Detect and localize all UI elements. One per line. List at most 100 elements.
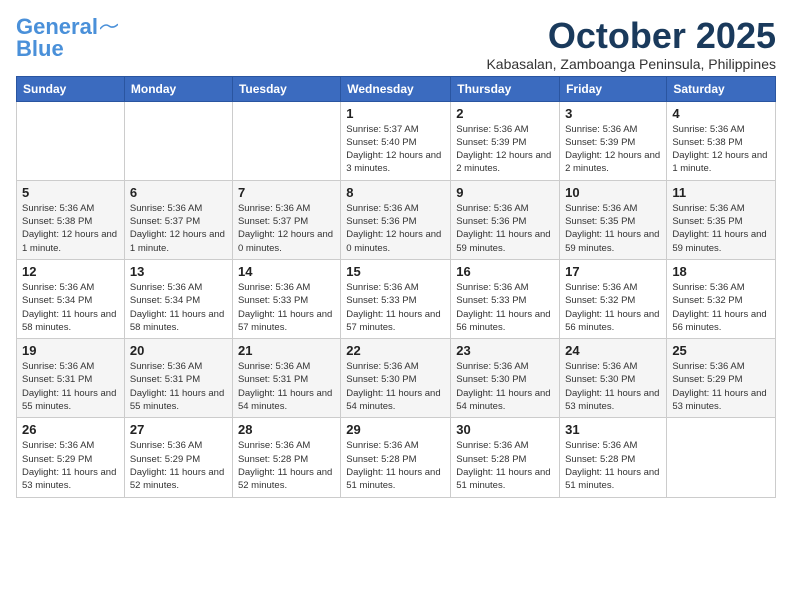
day-number: 17 [565,264,661,279]
day-info: Sunrise: 5:36 AM Sunset: 5:36 PM Dayligh… [456,202,554,255]
day-info: Sunrise: 5:36 AM Sunset: 5:33 PM Dayligh… [238,281,335,334]
day-number: 7 [238,185,335,200]
calendar-cell: 4 Sunrise: 5:36 AM Sunset: 5:38 PM Daylig… [667,101,776,180]
calendar-cell: 15 Sunrise: 5:36 AM Sunset: 5:33 PM Dayli… [341,259,451,338]
calendar-cell: 10 Sunrise: 5:36 AM Sunset: 5:35 PM Dayli… [560,180,667,259]
calendar-cell: 20Sunrise: 5:36 AM Sunset: 5:31 PM Dayli… [124,339,232,418]
day-info: Sunrise: 5:36 AM Sunset: 5:29 PM Dayligh… [22,439,119,492]
day-info: Sunrise: 5:36 AM Sunset: 5:37 PM Dayligh… [238,202,335,255]
logo: General Blue [16,16,118,60]
day-number: 8 [346,185,445,200]
day-info: Sunrise: 5:36 AM Sunset: 5:39 PM Dayligh… [456,123,554,176]
day-number: 11 [672,185,770,200]
calendar-cell: 2 Sunrise: 5:36 AM Sunset: 5:39 PM Daylig… [451,101,560,180]
calendar-cell [124,101,232,180]
day-number: 15 [346,264,445,279]
week-row-3: 12 Sunrise: 5:36 AM Sunset: 5:34 PM Dayli… [17,259,776,338]
day-info: Sunrise: 5:36 AM Sunset: 5:34 PM Dayligh… [130,281,227,334]
calendar-cell: 12 Sunrise: 5:36 AM Sunset: 5:34 PM Dayli… [17,259,125,338]
day-info: Sunrise: 5:36 AM Sunset: 5:28 PM Dayligh… [346,439,445,492]
day-info: Sunrise: 5:36 AM Sunset: 5:32 PM Dayligh… [672,281,770,334]
calendar-cell: 5 Sunrise: 5:36 AM Sunset: 5:38 PM Daylig… [17,180,125,259]
day-info: Sunrise: 5:36 AM Sunset: 5:28 PM Dayligh… [456,439,554,492]
day-number: 23 [456,343,554,358]
day-header-saturday: Saturday [667,76,776,101]
calendar-cell [17,101,125,180]
calendar-cell: 9 Sunrise: 5:36 AM Sunset: 5:36 PM Daylig… [451,180,560,259]
day-header-tuesday: Tuesday [232,76,340,101]
day-number: 2 [456,106,554,121]
calendar-cell: 28 Sunrise: 5:36 AM Sunset: 5:28 PM Dayli… [232,418,340,497]
day-header-thursday: Thursday [451,76,560,101]
day-info: Sunrise: 5:36 AM Sunset: 5:35 PM Dayligh… [672,202,770,255]
calendar-cell: 25Sunrise: 5:36 AM Sunset: 5:29 PM Dayli… [667,339,776,418]
day-number: 10 [565,185,661,200]
day-number: 6 [130,185,227,200]
calendar-cell: 18 Sunrise: 5:36 AM Sunset: 5:32 PM Dayli… [667,259,776,338]
day-number: 1 [346,106,445,121]
calendar-cell: 8 Sunrise: 5:36 AM Sunset: 5:36 PM Daylig… [341,180,451,259]
day-number: 20 [130,343,227,358]
calendar-cell: 30 Sunrise: 5:36 AM Sunset: 5:28 PM Dayli… [451,418,560,497]
calendar-cell: 24Sunrise: 5:36 AM Sunset: 5:30 PM Dayli… [560,339,667,418]
calendar-cell: 17 Sunrise: 5:36 AM Sunset: 5:32 PM Dayli… [560,259,667,338]
day-info: Sunrise: 5:36 AM Sunset: 5:37 PM Dayligh… [130,202,227,255]
day-number: 9 [456,185,554,200]
day-info: Sunrise: 5:36 AM Sunset: 5:29 PM Dayligh… [672,360,770,413]
page-header: General Blue October 2025 Kabasalan, Zam… [16,16,776,72]
logo-bird-icon [100,22,118,36]
day-number: 30 [456,422,554,437]
calendar-cell: 23Sunrise: 5:36 AM Sunset: 5:30 PM Dayli… [451,339,560,418]
calendar-table: SundayMondayTuesdayWednesdayThursdayFrid… [16,76,776,498]
week-row-2: 5 Sunrise: 5:36 AM Sunset: 5:38 PM Daylig… [17,180,776,259]
calendar-cell: 26 Sunrise: 5:36 AM Sunset: 5:29 PM Dayli… [17,418,125,497]
day-info: Sunrise: 5:36 AM Sunset: 5:30 PM Dayligh… [565,360,661,413]
day-header-wednesday: Wednesday [341,76,451,101]
day-info: Sunrise: 5:37 AM Sunset: 5:40 PM Dayligh… [346,123,445,176]
day-number: 28 [238,422,335,437]
logo-text: General Blue [16,16,98,60]
day-number: 29 [346,422,445,437]
calendar-cell: 19 Sunrise: 5:36 AM Sunset: 5:31 PM Dayli… [17,339,125,418]
day-info: Sunrise: 5:36 AM Sunset: 5:36 PM Dayligh… [346,202,445,255]
day-number: 31 [565,422,661,437]
day-info: Sunrise: 5:36 AM Sunset: 5:34 PM Dayligh… [22,281,119,334]
week-row-4: 19 Sunrise: 5:36 AM Sunset: 5:31 PM Dayli… [17,339,776,418]
day-info: Sunrise: 5:36 AM Sunset: 5:28 PM Dayligh… [565,439,661,492]
location-subtitle: Kabasalan, Zamboanga Peninsula, Philippi… [486,56,776,72]
day-number: 16 [456,264,554,279]
calendar-cell: 21 Sunrise: 5:36 AM Sunset: 5:31 PM Dayli… [232,339,340,418]
day-number: 12 [22,264,119,279]
day-info: Sunrise: 5:36 AM Sunset: 5:38 PM Dayligh… [672,123,770,176]
header-row: SundayMondayTuesdayWednesdayThursdayFrid… [17,76,776,101]
calendar-cell: 29 Sunrise: 5:36 AM Sunset: 5:28 PM Dayli… [341,418,451,497]
day-info: Sunrise: 5:36 AM Sunset: 5:32 PM Dayligh… [565,281,661,334]
day-info: Sunrise: 5:36 AM Sunset: 5:39 PM Dayligh… [565,123,661,176]
calendar-cell: 6 Sunrise: 5:36 AM Sunset: 5:37 PM Daylig… [124,180,232,259]
day-number: 13 [130,264,227,279]
day-number: 26 [22,422,119,437]
day-number: 19 [22,343,119,358]
day-info: Sunrise: 5:36 AM Sunset: 5:31 PM Dayligh… [22,360,119,413]
day-info: Sunrise: 5:36 AM Sunset: 5:33 PM Dayligh… [346,281,445,334]
day-info: Sunrise: 5:36 AM Sunset: 5:29 PM Dayligh… [130,439,227,492]
day-info: Sunrise: 5:36 AM Sunset: 5:35 PM Dayligh… [565,202,661,255]
day-info: Sunrise: 5:36 AM Sunset: 5:38 PM Dayligh… [22,202,119,255]
calendar-cell: 14 Sunrise: 5:36 AM Sunset: 5:33 PM Dayli… [232,259,340,338]
day-number: 5 [22,185,119,200]
day-number: 14 [238,264,335,279]
day-number: 4 [672,106,770,121]
day-info: Sunrise: 5:36 AM Sunset: 5:33 PM Dayligh… [456,281,554,334]
day-number: 21 [238,343,335,358]
calendar-cell [232,101,340,180]
calendar-cell: 13 Sunrise: 5:36 AM Sunset: 5:34 PM Dayli… [124,259,232,338]
day-number: 18 [672,264,770,279]
week-row-1: 1 Sunrise: 5:37 AM Sunset: 5:40 PM Daylig… [17,101,776,180]
calendar-cell: 3Sunrise: 5:36 AM Sunset: 5:39 PM Daylig… [560,101,667,180]
calendar-cell: 11 Sunrise: 5:36 AM Sunset: 5:35 PM Dayli… [667,180,776,259]
day-number: 22 [346,343,445,358]
month-title: October 2025 [486,16,776,56]
day-info: Sunrise: 5:36 AM Sunset: 5:31 PM Dayligh… [238,360,335,413]
day-info: Sunrise: 5:36 AM Sunset: 5:28 PM Dayligh… [238,439,335,492]
day-number: 27 [130,422,227,437]
